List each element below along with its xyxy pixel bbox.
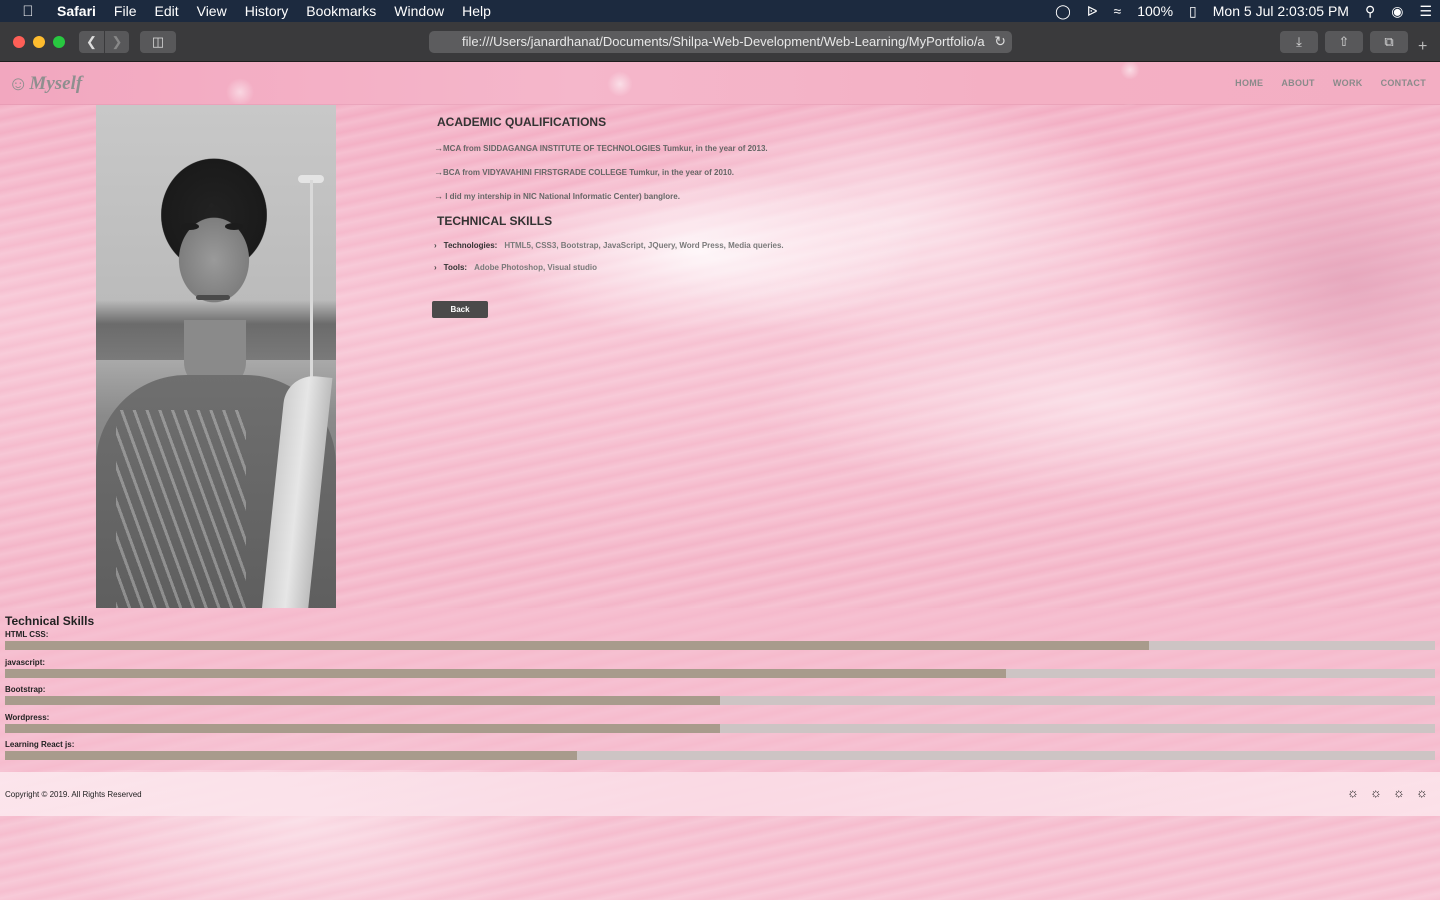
progress-fill: [5, 641, 1149, 650]
technologies-line: › Technologies: HTML5, CSS3, Bootstrap, Ja…: [434, 241, 992, 250]
notification-center-icon[interactable]: ☰: [1411, 3, 1440, 20]
progress-track: [5, 696, 1435, 705]
menu-file[interactable]: File: [105, 3, 146, 19]
academic-title: ACADEMIC QUALIFICATIONS: [437, 115, 607, 129]
clock[interactable]: Mon 5 Jul 2:03:05 PM: [1205, 3, 1357, 19]
social-icon-3[interactable]: ☼: [1391, 785, 1407, 801]
nav-home[interactable]: HOME: [1235, 78, 1263, 88]
new-tab-icon[interactable]: +: [1418, 38, 1427, 56]
tools-value: Adobe Photoshop, Visual studio: [474, 263, 598, 272]
battery-percent[interactable]: 100%: [1129, 3, 1181, 19]
menu-history[interactable]: History: [236, 3, 298, 19]
skills-title: Technical Skills: [5, 614, 95, 628]
progress-track: [5, 641, 1435, 650]
sidebar-toggle-icon[interactable]: ◫: [140, 31, 176, 53]
about-content: ACADEMIC QUALIFICATIONS →MCA from SIDDAG…: [432, 115, 992, 318]
smiley-icon: ☺: [8, 72, 29, 95]
menu-app-name[interactable]: Safari: [48, 3, 105, 19]
menu-help[interactable]: Help: [453, 3, 500, 19]
chevron-right-icon: ›: [434, 241, 437, 250]
siri-shortcut-icon[interactable]: ◯: [1047, 3, 1079, 20]
chevron-right-icon: ›: [434, 263, 437, 272]
skills-section: Technical Skills HTML CSS: javascript: B…: [0, 608, 1440, 770]
tab-overview-icon[interactable]: ⧉: [1370, 31, 1408, 53]
profile-photo: [96, 105, 336, 608]
window-close-button[interactable]: [13, 36, 25, 48]
progress-track: [5, 751, 1435, 760]
progress-track: [5, 669, 1435, 678]
share-icon[interactable]: ⇧: [1325, 31, 1363, 53]
skill-bar-javascript: javascript:: [5, 658, 1435, 678]
skill-label: Wordpress:: [5, 713, 50, 722]
spotlight-search-icon[interactable]: ⚲: [1357, 3, 1383, 20]
logo-text: Myself: [29, 73, 83, 94]
site-logo[interactable]: ☺ Myself: [8, 71, 82, 97]
status-tray: ◯ ᐉ ≈ 100% ▯ Mon 5 Jul 2:03:05 PM ⚲ ◉ ☰: [1047, 0, 1440, 22]
forward-icon[interactable]: ❯: [105, 31, 129, 53]
copyright-text: Copyright © 2019. All Rights Reserved: [5, 790, 142, 799]
siri-icon[interactable]: ◉: [1383, 3, 1411, 20]
nav-contact[interactable]: CONTACT: [1381, 78, 1426, 88]
skill-label: Learning React js:: [5, 740, 75, 749]
qualification-item: →MCA from SIDDAGANGA INSTITUTE OF TECHNO…: [434, 143, 768, 153]
wifi-icon[interactable]: ≈: [1106, 3, 1130, 19]
skill-bar-html-css: HTML CSS:: [5, 630, 1435, 650]
site-nav: HOME ABOUT WORK CONTACT: [1217, 78, 1426, 88]
reload-icon[interactable]: ↻: [994, 33, 1006, 50]
social-links: ☼ ☼ ☼ ☼: [1338, 785, 1430, 801]
tools-label: Tools:: [443, 263, 468, 272]
battery-icon[interactable]: ▯: [1181, 3, 1205, 20]
nav-work[interactable]: WORK: [1333, 78, 1363, 88]
arrow-right-icon: →: [434, 167, 443, 177]
window-zoom-button[interactable]: [53, 36, 65, 48]
web-page: ☺ Myself HOME ABOUT WORK CONTACT ACADEMI…: [0, 62, 1440, 900]
technical-title: TECHNICAL SKILLS: [437, 214, 553, 228]
technologies-value: HTML5, CSS3, Bootstrap, JavaScript, JQue…: [504, 241, 784, 250]
downloads-icon[interactable]: ⤓: [1280, 31, 1318, 53]
progress-fill: [5, 669, 1006, 678]
menu-bookmarks[interactable]: Bookmarks: [297, 3, 385, 19]
tools-line: › Tools: Adobe Photoshop, Visual studio: [434, 263, 992, 272]
skill-label: javascript:: [5, 658, 46, 667]
technologies-label: Technologies:: [443, 241, 498, 250]
address-bar[interactable]: file:///Users/janardhanat/Documents/Shil…: [429, 31, 1012, 53]
apple-icon[interactable]: : [8, 3, 48, 20]
social-icon-4[interactable]: ☼: [1414, 785, 1430, 801]
social-icon-2[interactable]: ☼: [1368, 785, 1384, 801]
site-footer: Copyright © 2019. All Rights Reserved ☼ …: [0, 772, 1440, 816]
menu-edit[interactable]: Edit: [145, 3, 187, 19]
nav-about[interactable]: ABOUT: [1281, 78, 1315, 88]
progress-fill: [5, 751, 577, 760]
social-icon-1[interactable]: ☼: [1345, 785, 1361, 801]
qualification-item: → I did my intership in NIC National Inf…: [434, 191, 680, 201]
skill-label: HTML CSS:: [5, 630, 49, 639]
bluetooth-icon[interactable]: ᐉ: [1079, 3, 1106, 20]
skill-bar-wordpress: Wordpress:: [5, 713, 1435, 733]
menubar:  Safari File Edit View History Bookmark…: [0, 0, 1440, 22]
qualification-item: →BCA from VIDYAVAHINI FIRSTGRADE COLLEGE…: [434, 167, 735, 177]
arrow-right-icon: →: [434, 143, 443, 153]
site-header: ☺ Myself HOME ABOUT WORK CONTACT: [0, 62, 1440, 105]
skill-label: Bootstrap:: [5, 685, 46, 694]
browser-toolbar: ❮ ❯ ◫ file:///Users/janardhanat/Document…: [0, 22, 1440, 62]
menu-view[interactable]: View: [188, 3, 236, 19]
progress-fill: [5, 724, 720, 733]
back-icon[interactable]: ❮: [79, 31, 104, 53]
progress-track: [5, 724, 1435, 733]
back-button[interactable]: Back: [432, 301, 488, 318]
window-minimize-button[interactable]: [33, 36, 45, 48]
url-text: file:///Users/janardhanat/Documents/Shil…: [462, 34, 985, 49]
arrow-right-icon: →: [434, 191, 443, 201]
menu-window[interactable]: Window: [385, 3, 453, 19]
skill-bar-bootstrap: Bootstrap:: [5, 685, 1435, 705]
skill-bar-react: Learning React js:: [5, 740, 1435, 760]
progress-fill: [5, 696, 720, 705]
